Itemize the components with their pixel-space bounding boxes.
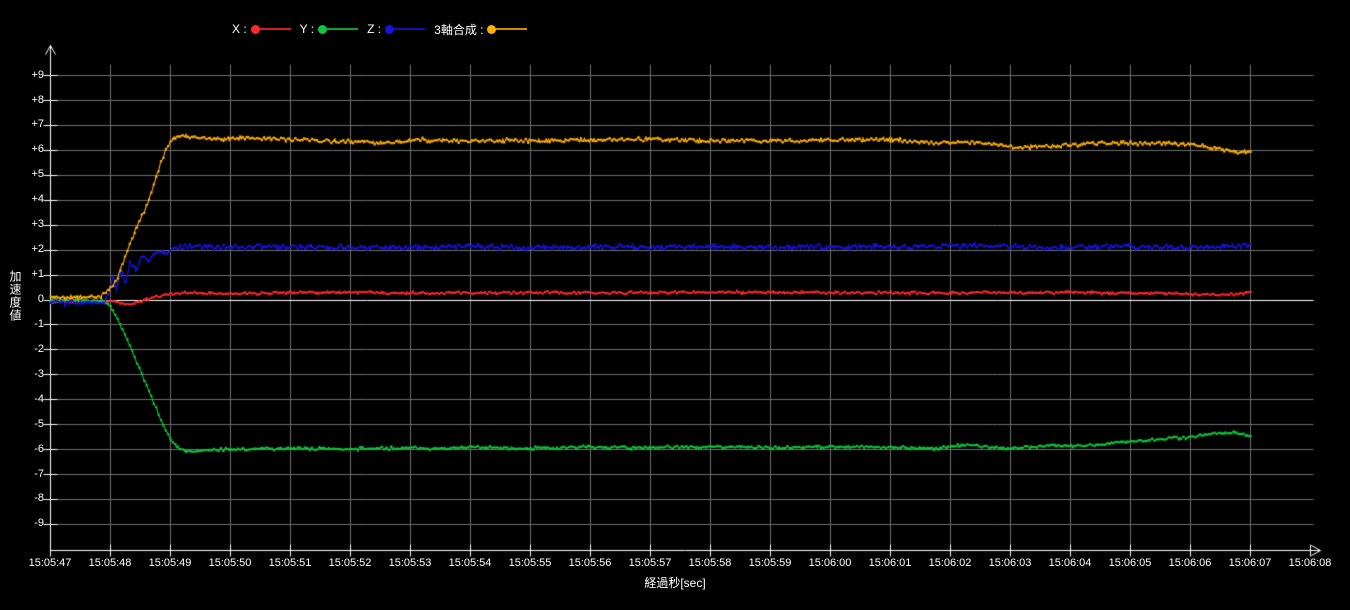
x-tick-label: 15:05:54 — [449, 557, 492, 569]
chart-legend: X : Y : Z : 3軸合成 : — [232, 21, 536, 37]
chart-plot-canvas — [0, 0, 1350, 610]
x-axis-title: 経過秒[sec] — [0, 574, 1350, 591]
accelerometer-chart-page: X : Y : Z : 3軸合成 : 加速度値 経過秒[sec] +9+8+7+… — [0, 0, 1350, 610]
y-tick-label: -9 — [0, 517, 44, 530]
legend-label-composite: 3軸合成 : — [434, 21, 483, 38]
x-tick-label: 15:05:58 — [689, 557, 732, 569]
legend-marker-composite-icon — [487, 25, 496, 34]
legend-marker-y-icon — [318, 25, 327, 34]
y-tick-label: +2 — [0, 243, 44, 256]
legend-item-x: X : — [232, 22, 291, 36]
x-tick-label: 15:06:04 — [1049, 557, 1092, 569]
legend-item-y: Y : — [300, 22, 358, 36]
x-tick-label: 15:06:03 — [989, 557, 1032, 569]
legend-line-z-icon — [394, 28, 425, 30]
legend-item-composite: 3軸合成 : — [434, 21, 527, 38]
x-tick-label: 15:05:52 — [329, 557, 372, 569]
x-tick-label: 15:05:53 — [389, 557, 432, 569]
y-tick-label: +9 — [0, 69, 44, 82]
x-tick-label: 15:05:55 — [509, 557, 552, 569]
legend-line-composite-icon — [496, 28, 527, 30]
x-tick-label: 15:05:47 — [29, 557, 72, 569]
y-tick-label: -3 — [0, 368, 44, 381]
y-tick-label: -2 — [0, 343, 44, 356]
y-tick-label: +4 — [0, 193, 44, 206]
y-tick-label: -1 — [0, 318, 44, 331]
x-tick-label: 15:06:06 — [1169, 557, 1212, 569]
y-tick-label: -7 — [0, 468, 44, 481]
y-tick-label: +7 — [0, 118, 44, 131]
y-tick-label: -6 — [0, 443, 44, 456]
y-tick-label: +5 — [0, 168, 44, 181]
x-tick-label: 15:05:50 — [209, 557, 252, 569]
y-tick-label: 0 — [0, 293, 44, 306]
x-tick-label: 15:06:01 — [869, 557, 912, 569]
y-tick-label: -8 — [0, 492, 44, 505]
legend-label-y: Y : — [300, 22, 314, 36]
y-tick-label: +1 — [0, 268, 44, 281]
legend-label-x: X : — [232, 22, 247, 36]
legend-item-z: Z : — [367, 22, 425, 36]
x-tick-label: 15:06:00 — [809, 557, 852, 569]
x-tick-label: 15:05:51 — [269, 557, 312, 569]
x-tick-label: 15:05:59 — [749, 557, 792, 569]
x-tick-label: 15:05:49 — [149, 557, 192, 569]
x-tick-label: 15:06:02 — [929, 557, 972, 569]
y-tick-label: +6 — [0, 143, 44, 156]
x-tick-label: 15:05:57 — [629, 557, 672, 569]
legend-line-x-icon — [260, 28, 291, 30]
x-tick-label: 15:05:56 — [569, 557, 612, 569]
x-tick-label: 15:06:08 — [1289, 557, 1332, 569]
y-tick-label: -5 — [0, 418, 44, 431]
x-tick-label: 15:06:05 — [1109, 557, 1152, 569]
legend-marker-z-icon — [385, 25, 394, 34]
x-tick-label: 15:06:07 — [1229, 557, 1272, 569]
y-tick-label: +3 — [0, 218, 44, 231]
legend-line-y-icon — [327, 28, 358, 30]
y-tick-label: -4 — [0, 393, 44, 406]
y-tick-label: +8 — [0, 94, 44, 107]
legend-marker-x-icon — [251, 25, 260, 34]
legend-label-z: Z : — [367, 22, 381, 36]
x-tick-label: 15:05:48 — [89, 557, 132, 569]
